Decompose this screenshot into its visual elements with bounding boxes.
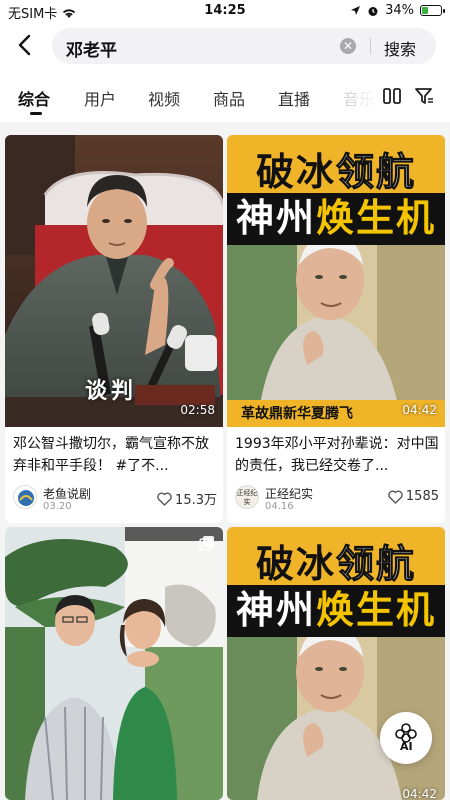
video-duration: 04:42 [402, 787, 437, 800]
search-button[interactable]: 搜索 [384, 36, 416, 60]
location-icon [351, 6, 361, 15]
battery-icon [420, 5, 445, 16]
result-card[interactable] [5, 527, 223, 800]
poster-headline-line1: 破冰领航 [255, 542, 417, 587]
heart-icon [388, 490, 403, 504]
like-button[interactable]: 15.3万 [157, 489, 217, 508]
avatar[interactable]: 正经纪实 [235, 485, 259, 509]
poster-caption: 革故鼎新华夏腾飞 [241, 406, 353, 422]
result-card[interactable]: 破冰领航 神州焕生机 革故鼎新华夏腾飞 04:42 1993年邓小平对孙辈说：对… [227, 135, 445, 523]
result-title[interactable]: 邓公智斗撒切尔，霸气宣称不放弃非和平手段！ #了不... [13, 433, 217, 477]
poster-headline-line1: 破冰领航 [255, 150, 417, 195]
alarm-icon [368, 6, 378, 16]
battery-percent: 34% [385, 3, 414, 18]
tab-videos[interactable]: 视频 [148, 86, 180, 110]
search-box[interactable]: 邓老平 ✕ 搜索 [52, 28, 436, 64]
ai-label: AI [400, 740, 413, 753]
tab-products[interactable]: 商品 [213, 86, 245, 110]
tab-all[interactable]: 综合 [18, 86, 50, 110]
gallery-icon [199, 536, 214, 551]
video-duration: 04:42 [402, 403, 437, 417]
overlay-caption: 谈判 [85, 379, 138, 404]
author-name[interactable]: 老鱼说剧 [43, 485, 91, 502]
video-thumbnail[interactable]: 谈判 02:58 [5, 135, 223, 427]
result-title[interactable]: 1993年邓小平对孙辈说：对中国的责任，我已经交卷了... [235, 433, 439, 477]
photo-thumbnail[interactable] [5, 527, 223, 800]
divider [370, 38, 371, 54]
avatar[interactable] [13, 485, 37, 509]
search-header: 邓老平 ✕ 搜索 [0, 22, 450, 70]
search-input[interactable]: 邓老平 [66, 36, 117, 61]
video-thumbnail[interactable]: 破冰领航 神州焕生机 革故鼎新华夏腾飞 04:42 [227, 135, 445, 427]
like-button[interactable]: 1585 [388, 489, 439, 504]
filter-icon[interactable] [414, 86, 434, 106]
video-duration: 02:58 [180, 403, 215, 417]
result-card[interactable]: 谈判 02:58 邓公智斗撒切尔，霸气宣称不放弃非和平手段！ #了不... 老鱼… [5, 135, 223, 523]
active-tab-indicator [30, 112, 42, 115]
clear-icon[interactable]: ✕ [340, 38, 356, 54]
poster-headline-line2: 神州焕生机 [227, 585, 445, 637]
author-name[interactable]: 正经纪实 [265, 485, 313, 502]
poster-headline-line2: 神州焕生机 [227, 193, 445, 245]
tab-live[interactable]: 直播 [278, 86, 310, 110]
back-arrow-icon[interactable] [14, 33, 36, 57]
post-date: 04.16 [265, 501, 294, 512]
like-count: 15.3万 [175, 493, 217, 508]
layout-toggle-icon[interactable] [382, 86, 402, 106]
heart-icon [157, 492, 172, 506]
ai-assistant-button[interactable]: AI [380, 712, 432, 764]
post-date: 03.20 [43, 501, 72, 512]
category-tabs: 综合 用户 视频 商品 直播 音乐 [0, 70, 450, 122]
status-bar: 无SIM卡 14:25 34% [0, 0, 450, 22]
tab-users[interactable]: 用户 [84, 86, 116, 110]
photo-thumbnail-image [5, 527, 223, 800]
like-count: 1585 [405, 489, 439, 504]
